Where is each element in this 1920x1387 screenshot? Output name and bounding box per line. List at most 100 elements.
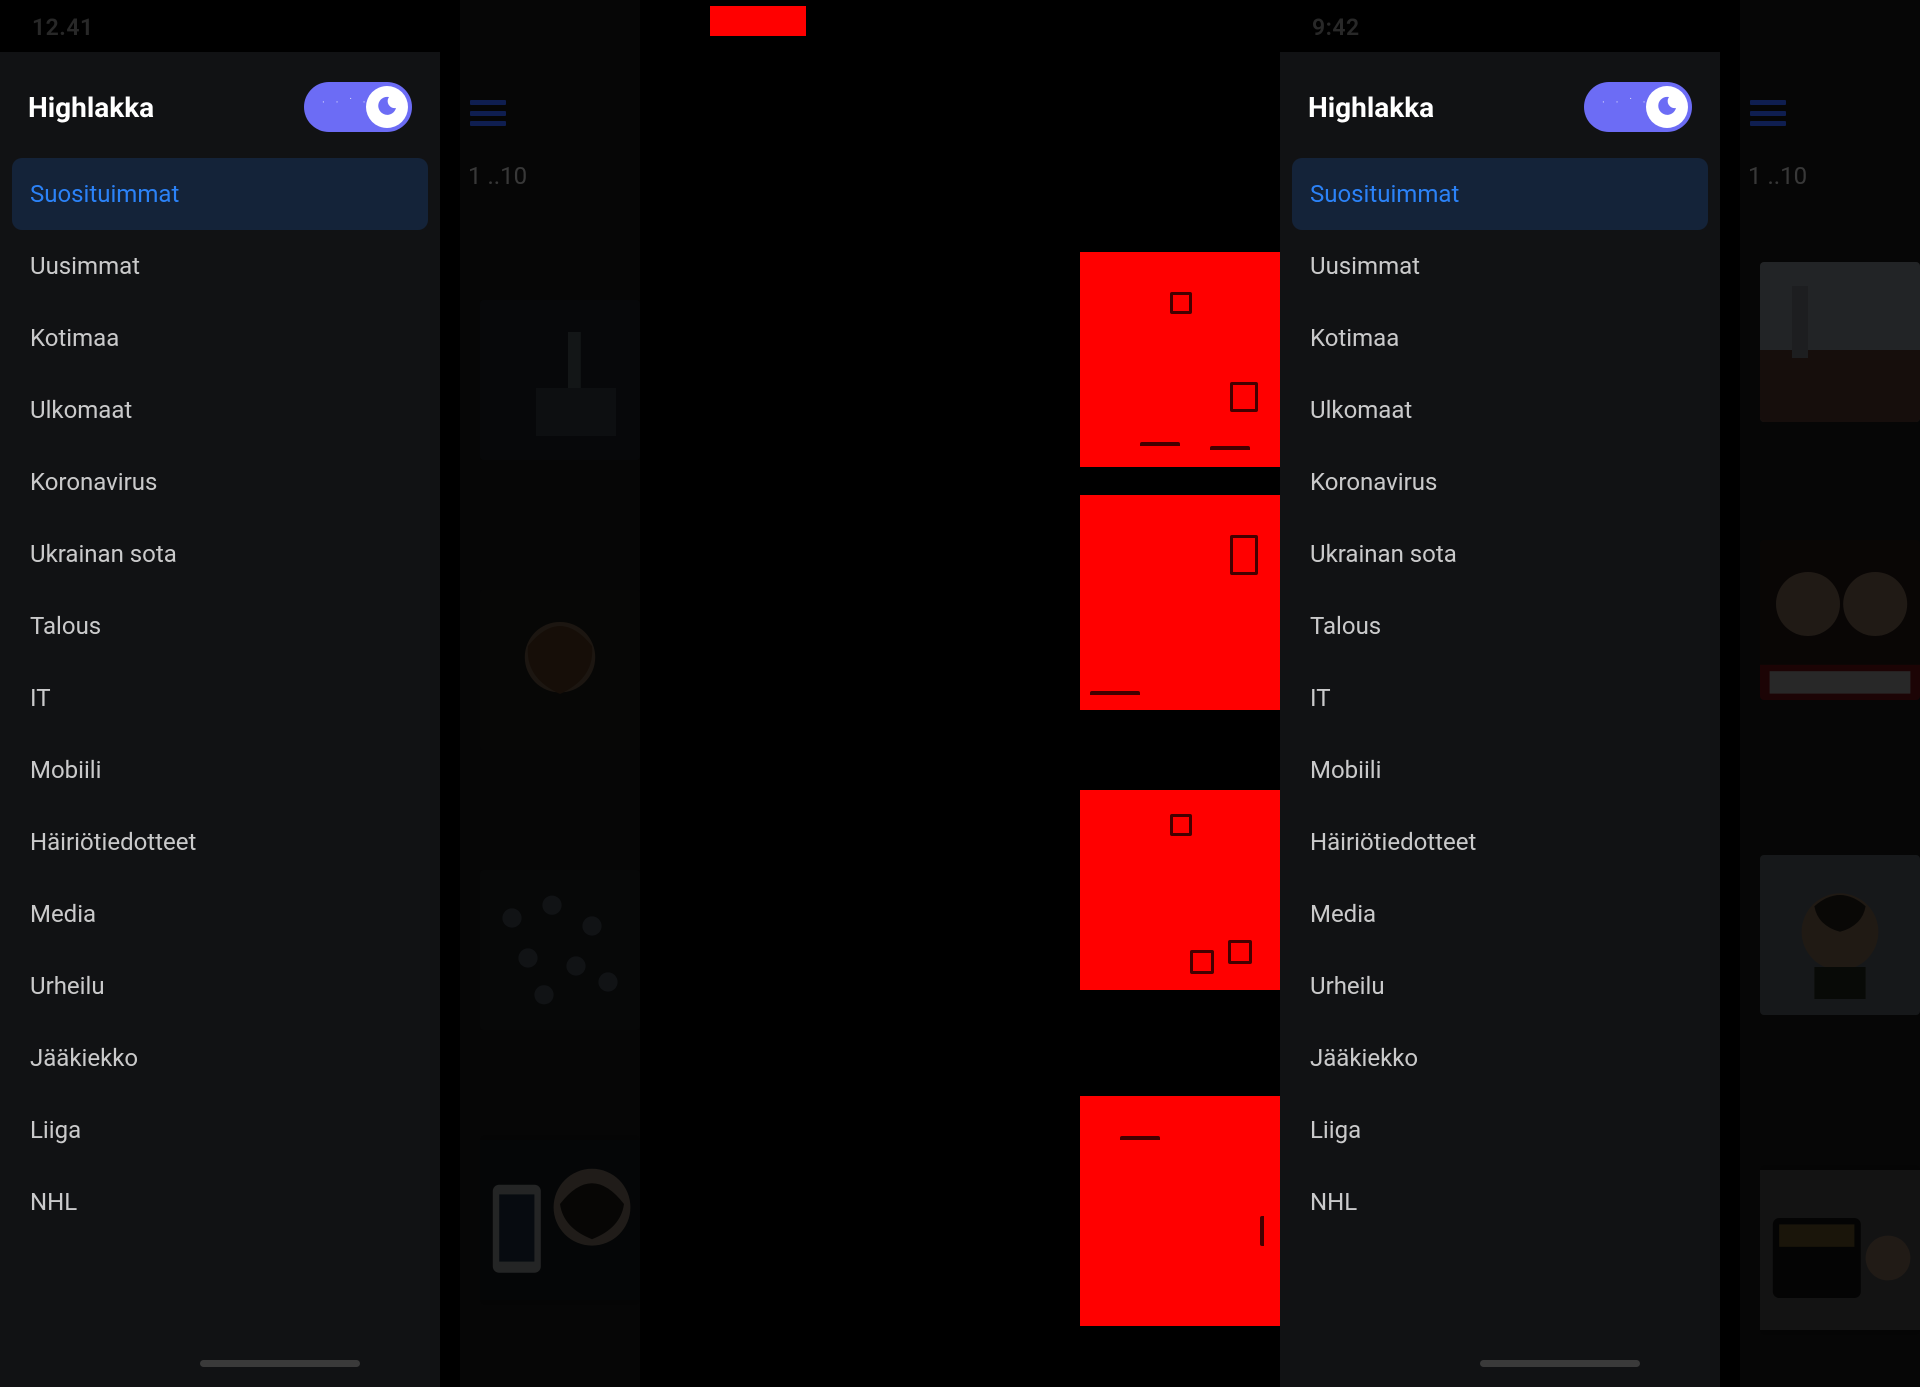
sidebar-item-label: Uusimmat — [30, 252, 140, 280]
status-time: 9:42 — [1312, 14, 1360, 41]
sidebar-item-label: Kotimaa — [30, 324, 119, 352]
sidebar-item-label: Ukrainan sota — [1310, 540, 1457, 568]
theme-toggle[interactable]: · · ˙ · — [1584, 82, 1692, 132]
theme-toggle[interactable]: · · ˙ · — [304, 82, 412, 132]
sidebar-item-hairiotiedotteet[interactable]: Häiriötiedotteet — [1292, 806, 1708, 878]
diff-highlight — [710, 6, 806, 36]
diff-thumb — [1080, 790, 1280, 990]
sidebar-item-mobiili[interactable]: Mobiili — [1292, 734, 1708, 806]
screenshot-right: 9:42 1 ..10 — [1280, 0, 1920, 1387]
article-thumb[interactable] — [1760, 1165, 1920, 1335]
sidebar-item-kotimaa[interactable]: Kotimaa — [12, 302, 428, 374]
status-time: 12.41 — [32, 14, 94, 41]
sidebar-item-label: Jääkiekko — [1310, 1044, 1418, 1072]
sidebar: Highlakka · · ˙ · Suosituimmat Uusimmat … — [0, 52, 440, 1387]
sidebar-item-koronavirus[interactable]: Koronavirus — [12, 446, 428, 518]
sidebar-item-label: Häiriötiedotteet — [1310, 828, 1476, 856]
sidebar-item-label: Talous — [30, 612, 101, 640]
hamburger-icon[interactable] — [1750, 100, 1786, 126]
stars-icon: · · ˙ · — [1602, 96, 1649, 109]
sidebar-item-talous[interactable]: Talous — [1292, 590, 1708, 662]
sidebar-item-label: Ulkomaat — [1310, 396, 1412, 424]
sidebar-item-label: Ulkomaat — [30, 396, 132, 424]
sidebar-item-liiga[interactable]: Liiga — [12, 1094, 428, 1166]
hamburger-icon[interactable] — [470, 100, 506, 126]
sidebar-item-label: Urheilu — [30, 972, 105, 1000]
sidebar-item-label: Kotimaa — [1310, 324, 1399, 352]
content-behind-sidebar: 1 ..10 — [1740, 0, 1920, 1387]
diff-thumb — [1080, 252, 1280, 467]
article-thumb[interactable] — [480, 300, 640, 460]
sidebar-item-label: Talous — [1310, 612, 1381, 640]
moon-icon — [1655, 94, 1679, 124]
sidebar-item-ulkomaat[interactable]: Ulkomaat — [12, 374, 428, 446]
screenshot-diff — [640, 0, 1280, 1387]
sidebar-item-mobiili[interactable]: Mobiili — [12, 734, 428, 806]
sidebar-item-label: Mobiili — [30, 756, 101, 784]
sidebar-item-label: Uusimmat — [1310, 252, 1420, 280]
sidebar-item-ukrainan-sota[interactable]: Ukrainan sota — [12, 518, 428, 590]
content-behind-sidebar: 1 ..10 — [460, 0, 640, 1387]
article-thumb[interactable] — [480, 1135, 640, 1305]
sidebar-menu: Suosituimmat Uusimmat Kotimaa Ulkomaat K… — [12, 158, 428, 1238]
notch — [1492, 7, 1682, 49]
sidebar-item-ukrainan-sota[interactable]: Ukrainan sota — [1292, 518, 1708, 590]
sidebar-item-label: Koronavirus — [30, 468, 157, 496]
sidebar-item-label: IT — [1310, 684, 1331, 712]
sidebar-item-urheilu[interactable]: Urheilu — [12, 950, 428, 1022]
page-range: 1 ..10 — [468, 162, 527, 190]
sidebar-item-label: NHL — [30, 1188, 77, 1216]
sidebar-item-liiga[interactable]: Liiga — [1292, 1094, 1708, 1166]
sidebar-item-media[interactable]: Media — [12, 878, 428, 950]
sidebar-item-it[interactable]: IT — [1292, 662, 1708, 734]
diff-thumb — [1080, 495, 1280, 710]
article-thumb[interactable] — [1760, 262, 1920, 422]
scrollbar[interactable] — [200, 1360, 360, 1367]
article-thumb[interactable] — [480, 590, 640, 750]
sidebar-item-label: Ukrainan sota — [30, 540, 177, 568]
sidebar-item-label: Media — [1310, 900, 1376, 928]
sidebar-item-label: Koronavirus — [1310, 468, 1437, 496]
sidebar-item-suosituimmat[interactable]: Suosituimmat — [1292, 158, 1708, 230]
sidebar-item-uusimmat[interactable]: Uusimmat — [12, 230, 428, 302]
sidebar-item-label: Jääkiekko — [30, 1044, 138, 1072]
sidebar-item-nhl[interactable]: NHL — [12, 1166, 428, 1238]
sidebar-item-uusimmat[interactable]: Uusimmat — [1292, 230, 1708, 302]
sidebar-item-label: Mobiili — [1310, 756, 1381, 784]
sidebar-item-urheilu[interactable]: Urheilu — [1292, 950, 1708, 1022]
screenshot-left: 12.41 1 ..10 — [0, 0, 640, 1387]
sidebar-item-label: Liiga — [30, 1116, 81, 1144]
sidebar-item-label: Media — [30, 900, 96, 928]
sidebar-item-talous[interactable]: Talous — [12, 590, 428, 662]
sidebar-item-hairiotiedotteet[interactable]: Häiriötiedotteet — [12, 806, 428, 878]
sidebar-item-ulkomaat[interactable]: Ulkomaat — [1292, 374, 1708, 446]
sidebar-item-nhl[interactable]: NHL — [1292, 1166, 1708, 1238]
sidebar-item-jaakiekko[interactable]: Jääkiekko — [12, 1022, 428, 1094]
sidebar-menu: Suosituimmat Uusimmat Kotimaa Ulkomaat K… — [1292, 158, 1708, 1238]
sidebar-item-jaakiekko[interactable]: Jääkiekko — [1292, 1022, 1708, 1094]
page-range: 1 ..10 — [1748, 162, 1807, 190]
scrollbar[interactable] — [1480, 1360, 1640, 1367]
sidebar-item-kotimaa[interactable]: Kotimaa — [1292, 302, 1708, 374]
diff-thumb — [1080, 1096, 1280, 1326]
sidebar-item-suosituimmat[interactable]: Suosituimmat — [12, 158, 428, 230]
moon-icon — [375, 94, 399, 124]
app-title: Highlakka — [28, 91, 154, 124]
sidebar-item-label: NHL — [1310, 1188, 1357, 1216]
sidebar-item-media[interactable]: Media — [1292, 878, 1708, 950]
sidebar-item-label: Liiga — [1310, 1116, 1361, 1144]
sidebar-item-label: IT — [30, 684, 51, 712]
sidebar-item-koronavirus[interactable]: Koronavirus — [1292, 446, 1708, 518]
app-title: Highlakka — [1308, 91, 1434, 124]
stars-icon: · · ˙ · — [322, 96, 369, 109]
sidebar-item-label: Urheilu — [1310, 972, 1385, 1000]
sidebar-item-label: Suosituimmat — [1310, 180, 1459, 208]
article-thumb[interactable] — [1760, 855, 1920, 1015]
article-thumb[interactable] — [480, 870, 640, 1030]
sidebar-item-label: Häiriötiedotteet — [30, 828, 196, 856]
sidebar-item-label: Suosituimmat — [30, 180, 179, 208]
sidebar-item-it[interactable]: IT — [12, 662, 428, 734]
sidebar: Highlakka · · ˙ · Suosituimmat Uusimmat … — [1280, 52, 1720, 1387]
notch — [219, 7, 409, 49]
article-thumb[interactable] — [1760, 540, 1920, 700]
